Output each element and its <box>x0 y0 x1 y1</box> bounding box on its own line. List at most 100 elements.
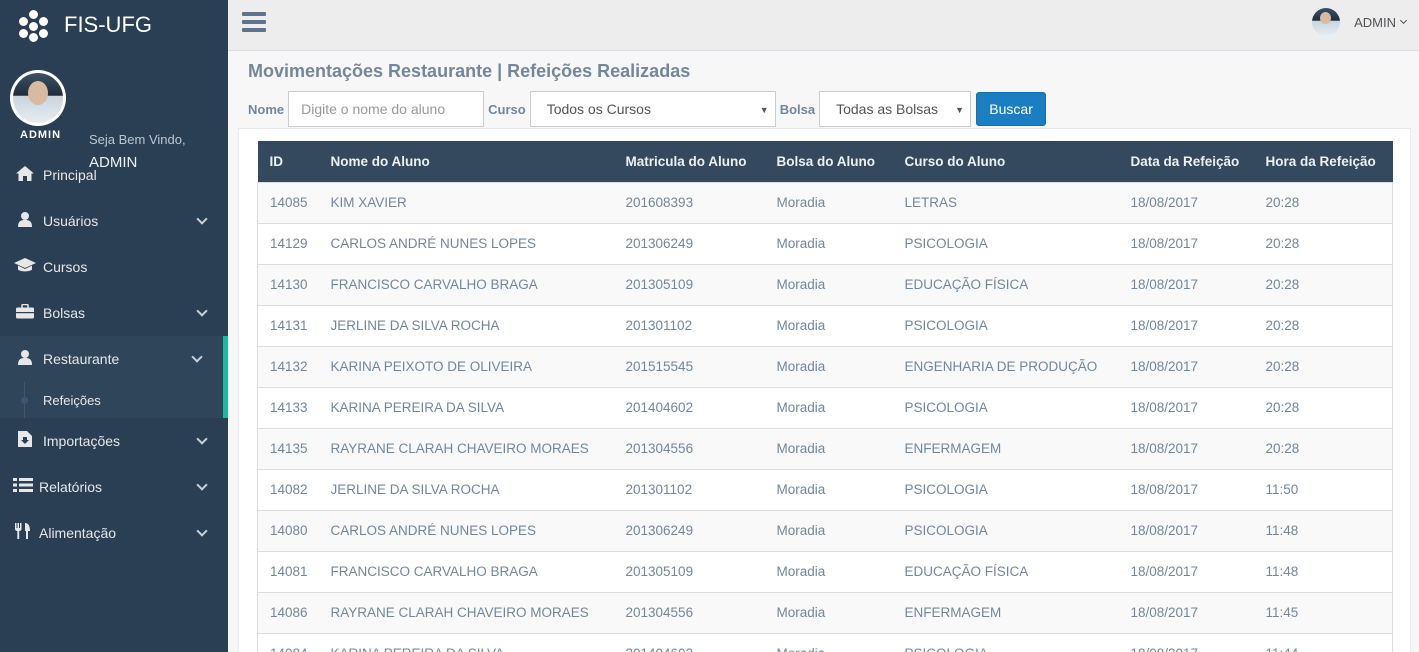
graduation-cap-icon <box>12 257 38 277</box>
table-cell: 14080 <box>257 509 319 551</box>
table-cell: 201305109 <box>613 550 765 592</box>
bolsa-select[interactable]: Todas as Bolsas ▼ <box>819 91 972 127</box>
sidebar-item-principal[interactable]: Principal <box>0 152 228 198</box>
table-row[interactable]: 14082 JERLINE DA SILVA ROCHA 201301102 Mora… <box>257 468 1393 510</box>
home-icon <box>12 165 38 185</box>
table-cell: Moradia <box>764 468 893 510</box>
table-cell: 14130 <box>257 263 319 305</box>
table-cell: 11:48 <box>1253 550 1393 592</box>
sidebar-item-label: Restaurante <box>43 351 120 367</box>
table-row[interactable]: 14080 CARLOS ANDRÉ NUNES LOPES 201306249 Mo… <box>257 509 1393 551</box>
table-row[interactable]: 14133 KARINA PEREIRA DA SILVA 201404602 Mor… <box>257 386 1393 428</box>
table-cell: 20:28 <box>1253 263 1393 305</box>
column-header: Data da Refeição <box>1130 153 1240 169</box>
sidebar-item-alimentacao[interactable]: Alimentação <box>0 510 228 556</box>
menu-toggle-icon[interactable] <box>242 12 266 32</box>
file-import-icon <box>12 431 38 451</box>
curso-label: Curso <box>488 101 526 117</box>
table-cell: 18/08/2017 <box>1118 222 1254 264</box>
table-row[interactable]: 14085 KIM XAVIER 201608393 Moradia LETRAS 18/… <box>257 181 1393 223</box>
table-cell: PSICOLOGIA <box>892 222 1119 264</box>
table-body: 14085 KIM XAVIER 201608393 Moradia LETRAS 18/… <box>257 181 1393 652</box>
sidebar-item-usuarios[interactable]: Usuários <box>0 198 228 244</box>
table-cell: Moradia <box>764 632 893 652</box>
table-row[interactable]: 14081 FRANCISCO CARVALHO BRAGA 201305109 Mo… <box>257 550 1393 592</box>
brand[interactable]: FIS-UFG <box>0 0 228 50</box>
curso-select[interactable]: Todos os Cursos ▼ <box>529 91 776 127</box>
avatar <box>10 70 66 126</box>
table-cell: 18/08/2017 <box>1118 427 1254 469</box>
table-header-row: ID Nome do Aluno Matricula do Aluno Bols… <box>257 141 1393 182</box>
table-row[interactable]: 14132 KARINA PEIXOTO DE OLIVEIRA 201515545… <box>257 345 1393 387</box>
sidebar-item-bolsas[interactable]: Bolsas <box>0 290 228 336</box>
table-cell: FRANCISCO CARVALHO BRAGA <box>318 550 614 592</box>
table-cell: 20:28 <box>1253 304 1393 346</box>
table-cell: 20:28 <box>1253 386 1393 428</box>
sidebar-item-relatorios[interactable]: Relatórios <box>0 464 228 510</box>
table-row[interactable]: 14129 CARLOS ANDRÉ NUNES LOPES 201306249 Mo… <box>257 222 1393 264</box>
results-panel: ID Nome do Aluno Matricula do Aluno Bols… <box>238 128 1411 652</box>
table-cell: Moradia <box>764 181 893 223</box>
table-cell: 14082 <box>257 468 319 510</box>
nome-input[interactable]: Digite o nome do aluno <box>288 91 485 127</box>
table-cell: Moradia <box>764 263 893 305</box>
table-row[interactable]: 14130 FRANCISCO CARVALHO BRAGA 201305109 Mo… <box>257 263 1393 305</box>
meals-table: ID Nome do Aluno Matricula do Aluno Bols… <box>257 141 1393 652</box>
chevron-down-icon <box>196 305 208 317</box>
sidebar-item-restaurante[interactable]: Restaurante <box>0 336 228 382</box>
table-cell: 18/08/2017 <box>1118 386 1254 428</box>
brand-logo-icon <box>18 9 50 42</box>
table-cell: 18/08/2017 <box>1118 509 1254 551</box>
welcome-text: Seja Bem Vindo, <box>89 132 186 147</box>
table-cell: 11:44 <box>1253 632 1393 652</box>
table-cell: KIM XAVIER <box>318 181 614 223</box>
table-cell: Moradia <box>764 427 893 469</box>
filter-bar: Nome Digite o nome do aluno Curso Todos … <box>248 91 1047 127</box>
table-cell: 201301102 <box>613 468 765 510</box>
sidebar-item-label: Cursos <box>43 259 88 275</box>
table-cell: Moradia <box>764 304 893 346</box>
table-cell: RAYRANE CLARAH CHAVEIRO MORAES <box>318 427 614 469</box>
table-row[interactable]: 14131 JERLINE DA SILVA ROCHA 201301102 Mora… <box>257 304 1393 346</box>
sidebar-item-importacoes[interactable]: Importações <box>0 418 228 464</box>
table-cell: JERLINE DA SILVA ROCHA <box>318 304 614 346</box>
cutlery-icon <box>12 523 34 543</box>
user-name: ADMIN <box>1354 14 1396 30</box>
search-button[interactable]: Buscar <box>976 92 1047 126</box>
table-cell: EDUCAÇÃO FÍSICA <box>892 263 1119 305</box>
table-cell: 201306249 <box>613 509 765 551</box>
table-cell: 20:28 <box>1253 427 1393 469</box>
chevron-down-icon <box>1399 16 1408 25</box>
table-cell: KARINA PEREIRA DA SILVA <box>318 386 614 428</box>
table-cell: 18/08/2017 <box>1118 632 1254 652</box>
user-menu[interactable]: ADMIN <box>1312 8 1408 36</box>
column-header: Curso do Aluno <box>904 153 1006 169</box>
table-cell: 14131 <box>257 304 319 346</box>
user-icon <box>12 211 38 231</box>
table-cell: 201306249 <box>613 222 765 264</box>
table-row[interactable]: 14135 RAYRANE CLARAH CHAVEIRO MORAES 20130… <box>257 427 1393 469</box>
table-cell: 18/08/2017 <box>1118 181 1254 223</box>
table-cell: KARINA PEREIRA DA SILVA <box>318 632 614 652</box>
profile: ADMIN Seja Bem Vindo, ADMIN <box>0 50 228 171</box>
sidebar-subitem-refeicoes[interactable]: Refeições <box>0 382 228 418</box>
table-cell: 20:28 <box>1253 345 1393 387</box>
column-header: ID <box>269 153 284 169</box>
table-cell: 201304556 <box>613 427 765 469</box>
table-cell: 201301102 <box>613 304 765 346</box>
table-cell: 11:50 <box>1253 468 1393 510</box>
bolsa-select-value: Todas as Bolsas <box>836 101 939 117</box>
sidebar-item-label: Principal <box>43 167 97 183</box>
table-row[interactable]: 14084KARINA PEREIRA DA SILVA201404602Mor… <box>257 632 1393 652</box>
table-row[interactable]: 14086 RAYRANE CLARAH CHAVEIRO MORAES 20130… <box>257 591 1393 633</box>
column-header: Nome do Aluno <box>330 153 430 169</box>
table-cell: 14133 <box>257 386 319 428</box>
page-title: Movimentações Restaurante | Refeições Re… <box>248 61 691 81</box>
sidebar: FIS-UFG ADMIN Seja Bem Vindo, ADMIN Prin… <box>0 0 228 652</box>
table-cell: 201404602 <box>613 632 765 652</box>
sidebar-item-cursos[interactable]: Cursos <box>0 244 228 290</box>
table-cell: 14085 <box>257 181 319 223</box>
briefcase-icon <box>12 303 38 323</box>
table-cell: Moradia <box>764 509 893 551</box>
table-cell: PSICOLOGIA <box>892 386 1119 428</box>
